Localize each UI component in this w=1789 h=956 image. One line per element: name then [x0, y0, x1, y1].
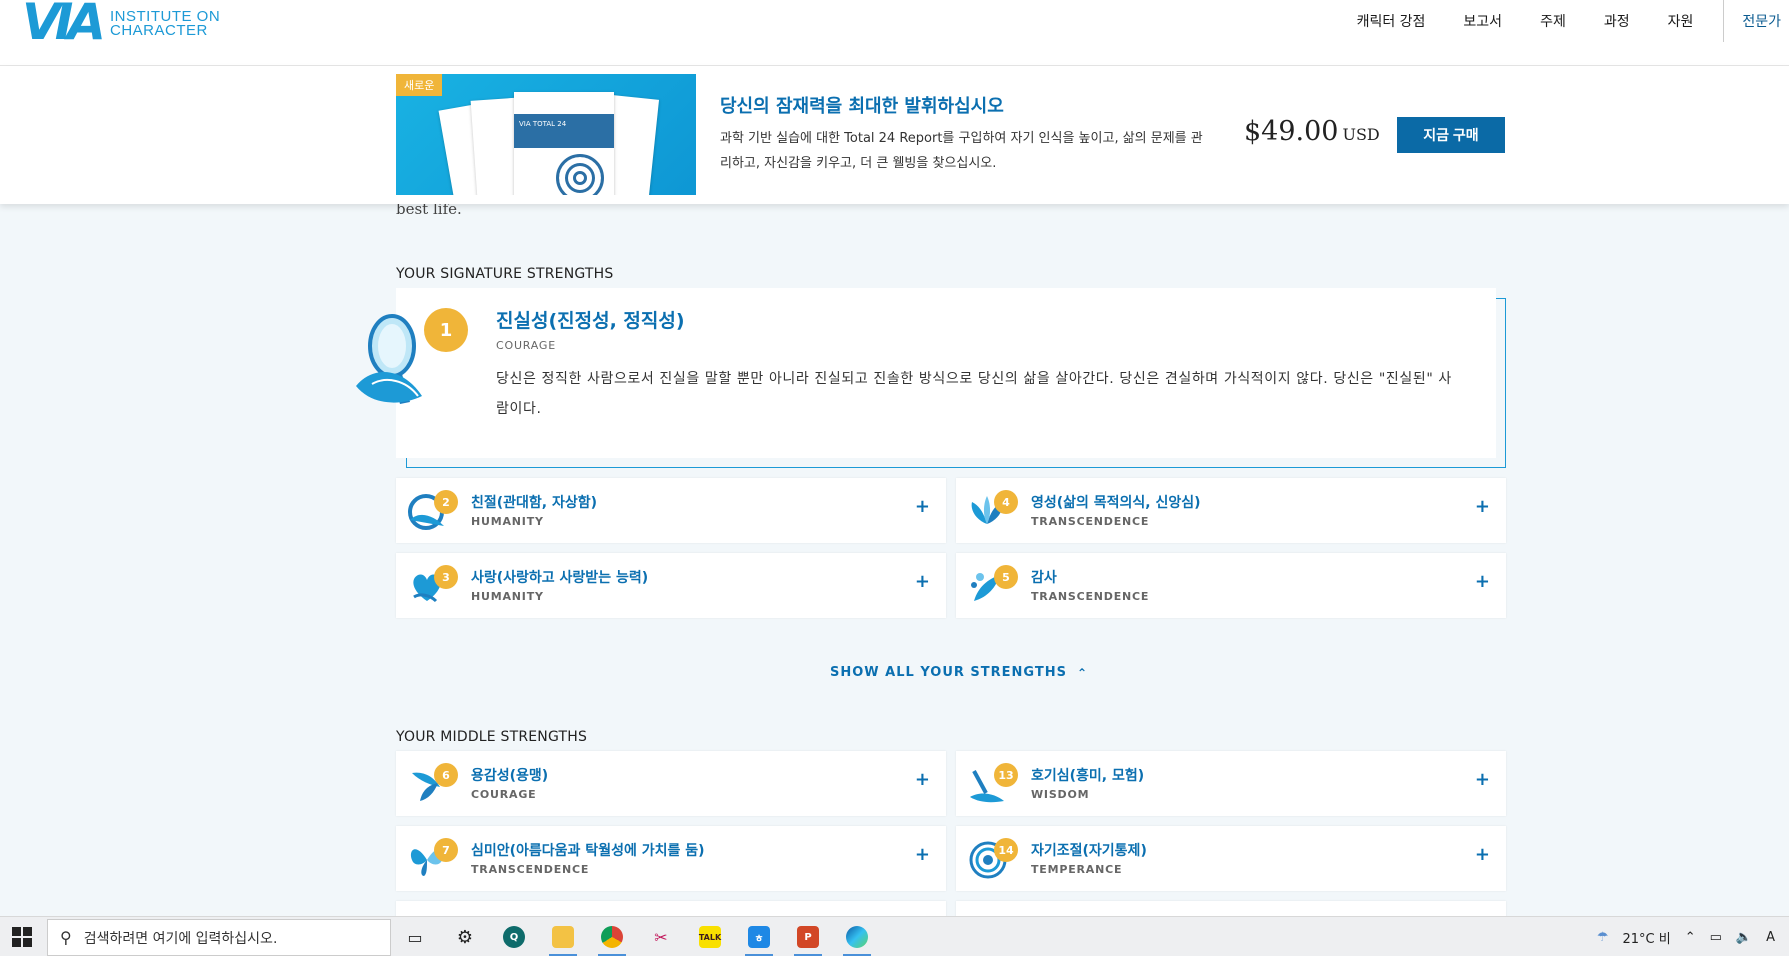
tray-chevron-up-icon[interactable]: ⌃ — [1685, 930, 1696, 945]
top-strength-description: 당신은 정직한 사람으로서 진실을 말할 뿐만 아니라 진실되고 진솔한 방식으… — [496, 371, 1452, 417]
chevron-up-icon: ⌃ — [1076, 665, 1089, 680]
report-cover-graphic: VIA TOTAL 24 — [514, 92, 614, 195]
nav-link-reports[interactable]: 보고서 — [1463, 11, 1502, 31]
expand-plus-icon[interactable]: + — [1475, 496, 1490, 517]
network-icon[interactable]: ▭ — [1710, 930, 1722, 945]
promo-banner: VIA TOTAL 24 새로운 당신의 잠재력을 최대한 발휘하십시오 과학 … — [0, 66, 1789, 204]
nav-link-topics[interactable]: 주제 — [1540, 11, 1566, 31]
rank-badge: 5 — [994, 565, 1018, 589]
rank-badge: 13 — [994, 763, 1018, 787]
rank-badge: 2 — [434, 490, 458, 514]
rank-badge: 3 — [434, 565, 458, 589]
promo-description: 과학 기반 실습에 대한 Total 24 Report를 구입하여 자기 인식… — [720, 131, 1203, 171]
nav-link-resources[interactable]: 자원 — [1668, 11, 1694, 31]
via-logo[interactable]: VIA INSTITUTE ON CHARACTER — [22, 0, 220, 48]
weather-readout[interactable]: 21°C 비 — [1622, 928, 1670, 947]
strength-card[interactable]: 6 용감성(용맹) COURAGE + — [396, 751, 946, 816]
promo-title: 당신의 잠재력을 최대한 발휘하십시오 — [720, 96, 1004, 117]
expand-plus-icon[interactable]: + — [915, 844, 930, 865]
system-tray: ☂ 21°C 비 ⌃ ▭ 🔈 A — [1597, 917, 1789, 956]
strength-card[interactable]: 4 영성(삶의 목적의식, 신앙심) TRANSCENDENCE + — [956, 478, 1506, 543]
expand-plus-icon[interactable]: + — [915, 496, 930, 517]
snipping-tool-icon[interactable]: ✂ — [645, 922, 677, 952]
logo-mark: VIA — [22, 0, 106, 51]
strength-card[interactable]: 14 자기조절(자기통제) TEMPERANCE + — [956, 826, 1506, 891]
taskbar-search-input[interactable]: ⚲ 검색하려면 여기에 입력하십시오. — [47, 919, 391, 956]
nav-link-courses[interactable]: 과정 — [1604, 11, 1630, 31]
search-app-icon[interactable]: Q — [498, 922, 530, 952]
strength-category: TRANSCENDENCE — [471, 863, 590, 876]
strength-card[interactable]: 2 친절(관대함, 자상함) HUMANITY + — [396, 478, 946, 543]
rank-badge: 14 — [994, 838, 1018, 862]
new-badge: 새로운 — [396, 74, 443, 96]
top-navbar: VIA INSTITUTE ON CHARACTER 캐릭터 강점 보고서 주제… — [0, 0, 1789, 66]
report-cover-title: VIA TOTAL 24 — [514, 114, 614, 148]
expand-plus-icon[interactable]: + — [1475, 844, 1490, 865]
target-rings-icon — [556, 154, 604, 195]
strength-title: 사랑(사랑하고 사랑받는 능력) — [471, 570, 649, 586]
strength-card[interactable]: 5 감사 TRANSCENDENCE + — [956, 553, 1506, 618]
volume-icon[interactable]: 🔈 — [1736, 930, 1752, 945]
windows-start-icon[interactable] — [12, 927, 32, 947]
expand-plus-icon[interactable]: + — [1475, 571, 1490, 592]
input-language-indicator[interactable]: A — [1766, 930, 1775, 945]
rank-badge: 7 — [434, 838, 458, 862]
buy-now-button[interactable]: 지금 구매 — [1397, 117, 1505, 153]
kakaotalk-icon[interactable]: TALK — [694, 922, 726, 952]
signature-strengths-heading: YOUR SIGNATURE STRENGTHS — [396, 266, 614, 282]
strength-category: TRANSCENDENCE — [1031, 590, 1150, 603]
strength-title: 호기심(흥미, 모험) — [1031, 768, 1145, 784]
strength-title: 친절(관대함, 자상함) — [471, 495, 598, 511]
nav-links: 캐릭터 강점 보고서 주제 과정 자원 전문가 — [1319, 0, 1789, 42]
nav-divider — [1723, 0, 1725, 42]
rank-badge: 1 — [424, 308, 468, 352]
nav-link-professionals[interactable]: 전문가 — [1742, 11, 1781, 31]
strength-category: TRANSCENDENCE — [1031, 515, 1150, 528]
search-icon: ⚲ — [60, 928, 72, 947]
nav-link-character-strengths[interactable]: 캐릭터 강점 — [1357, 11, 1426, 31]
strength-title: 자기조절(자기통제) — [1031, 843, 1147, 859]
strength-title: 영성(삶의 목적의식, 신앙심) — [1031, 495, 1201, 511]
top-strength-category: COURAGE — [496, 339, 556, 352]
strength-title: 용감성(용맹) — [471, 768, 549, 784]
rank-badge: 4 — [994, 490, 1018, 514]
powerpoint-icon[interactable]: P — [792, 922, 824, 956]
expand-plus-icon[interactable]: + — [915, 571, 930, 592]
settings-gear-icon[interactable]: ⚙ — [449, 922, 481, 952]
edge-icon[interactable] — [841, 922, 873, 956]
strength-card[interactable]: 7 심미안(아름다움과 탁월성에 가치를 둠) TRANSCENDENCE + — [396, 826, 946, 891]
strength-title: 심미안(아름다움과 탁월성에 가치를 둠) — [471, 843, 705, 859]
hwp-app-icon[interactable]: ㅎ — [743, 922, 775, 956]
top-strength-title: 진실성(진정성, 정직성) — [496, 310, 685, 332]
rank-badge: 6 — [434, 763, 458, 787]
price: $49.00 USD — [1244, 116, 1380, 147]
task-view-icon[interactable]: ▭ — [399, 922, 431, 952]
middle-strengths-heading: YOUR MIDDLE STRENGTHS — [396, 729, 588, 745]
strength-category: COURAGE — [471, 788, 537, 801]
strength-category: HUMANITY — [471, 590, 544, 603]
expand-plus-icon[interactable]: + — [915, 769, 930, 790]
logo-text: INSTITUTE ON CHARACTER — [110, 8, 221, 39]
expand-plus-icon[interactable]: + — [1475, 769, 1490, 790]
strength-category: HUMANITY — [471, 515, 544, 528]
show-all-strengths-toggle[interactable]: SHOW ALL YOUR STRENGTHS ⌃ — [830, 665, 1088, 680]
strength-card[interactable]: 13 호기심(흥미, 모험) WISDOM + — [956, 751, 1506, 816]
strength-category: WISDOM — [1031, 788, 1090, 801]
chrome-icon[interactable] — [596, 922, 628, 956]
strength-category: TEMPERANCE — [1031, 863, 1123, 876]
windows-taskbar: ⚲ 검색하려면 여기에 입력하십시오. ▭ ⚙ Q ✂ TALK ㅎ P ☂ 2… — [0, 916, 1789, 956]
strength-title: 감사 — [1031, 570, 1057, 586]
file-explorer-icon[interactable] — [547, 922, 579, 956]
strength-card[interactable]: 3 사랑(사랑하고 사랑받는 능력) HUMANITY + — [396, 553, 946, 618]
report-product-image[interactable]: VIA TOTAL 24 새로운 — [396, 74, 696, 195]
weather-icon[interactable]: ☂ — [1597, 930, 1609, 945]
